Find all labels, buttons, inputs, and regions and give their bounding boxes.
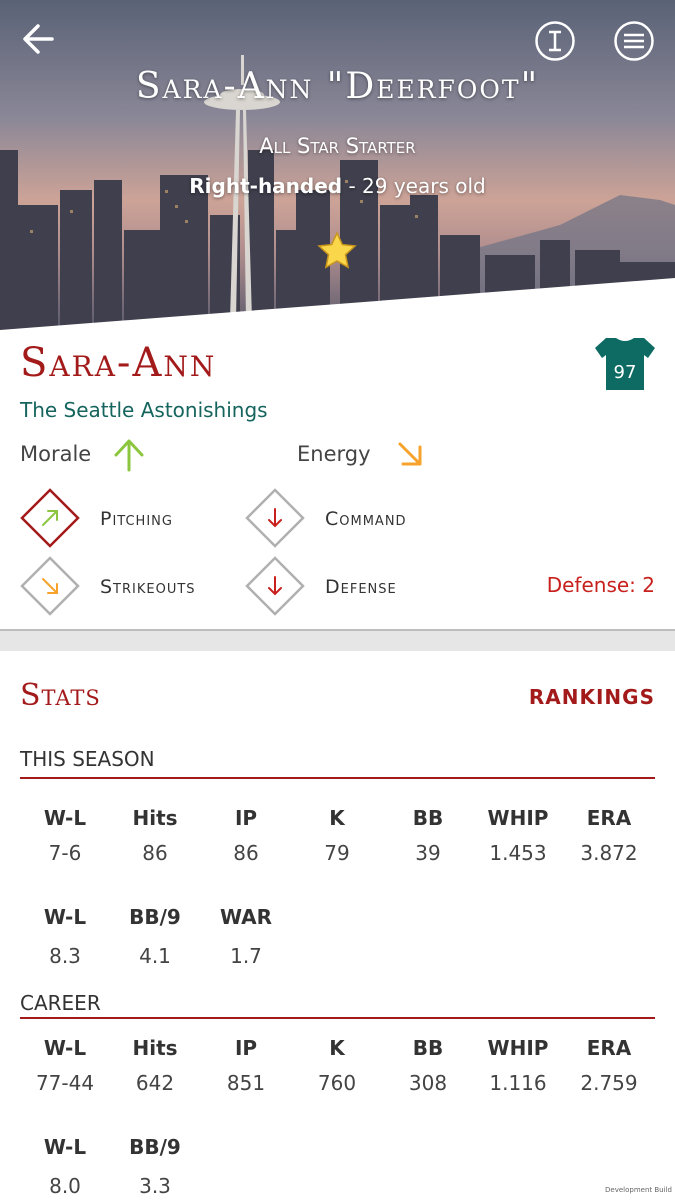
stat-value-2: 851: [226, 1071, 266, 1095]
back-arrow-icon[interactable]: [18, 18, 62, 62]
star-icon: [317, 231, 357, 269]
watermark: Development Build: [605, 1186, 672, 1194]
stat-value-6: 3.872: [580, 841, 638, 865]
hero-player-details: Right-handed - 29 years old: [0, 174, 675, 198]
skill-label-defense: Defense: [325, 576, 397, 598]
stat-header-5: WHIP: [487, 1036, 549, 1060]
career-rule: [20, 1017, 655, 1019]
stat-header-4: BB: [412, 806, 444, 830]
age-text: - 29 years old: [342, 174, 486, 198]
hero-player-name: Sara-Ann "Deerfoot": [135, 66, 540, 107]
strikeouts-trend-icon: [20, 556, 80, 616]
stat-header-1: Hits: [132, 1036, 178, 1060]
handedness: Right-handed: [189, 174, 343, 198]
stat-header-0: W-L: [43, 806, 87, 830]
stat-value-0: 8.0: [49, 1174, 81, 1198]
section-divider: [0, 631, 675, 651]
stat-value-0: 77-44: [35, 1071, 95, 1095]
stat-value-3: 79: [324, 841, 350, 865]
energy-label: Energy: [297, 442, 371, 466]
jersey-icon: 97: [595, 338, 655, 390]
rankings-link[interactable]: RANKINGS: [480, 685, 655, 709]
stat-header-0: W-L: [43, 1135, 87, 1159]
stat-value-2: 1.7: [230, 944, 262, 968]
morale-up-arrow-icon: [114, 439, 144, 472]
stat-header-0: W-L: [43, 905, 87, 929]
skill-label-strikeouts: Strikeouts: [100, 576, 196, 598]
stat-header-1: Hits: [132, 806, 178, 830]
this-season-label: THIS SEASON: [20, 747, 155, 771]
stat-header-2: WAR: [219, 905, 273, 929]
stat-header-3: K: [329, 1036, 345, 1060]
stat-value-0: 8.3: [49, 944, 81, 968]
this-season-rule: [20, 777, 655, 779]
stat-value-1: 4.1: [139, 944, 171, 968]
stat-header-2: IP: [234, 806, 258, 830]
info-icon[interactable]: [534, 20, 576, 62]
stat-header-3: K: [329, 806, 345, 830]
career-label: CAREER: [20, 991, 101, 1015]
hero-banner: Sara-Ann "Deerfoot" All Star Starter Rig…: [0, 0, 675, 335]
stat-value-1: 86: [142, 841, 168, 865]
skill-label-pitching: Pitching: [100, 508, 173, 530]
skill-label-command: Command: [325, 508, 407, 530]
stat-header-6: ERA: [586, 806, 632, 830]
stat-header-5: WHIP: [487, 806, 549, 830]
player-name: Sara-Ann: [20, 340, 217, 386]
stat-value-5: 1.453: [489, 841, 547, 865]
jersey-number: 97: [614, 362, 637, 383]
stat-value-1: 3.3: [139, 1174, 171, 1198]
hero-player-role: All Star Starter: [259, 134, 416, 158]
defense-trend-icon: [245, 556, 305, 616]
command-trend-icon: [245, 488, 305, 548]
stat-value-4: 308: [408, 1071, 448, 1095]
stat-value-3: 760: [317, 1071, 357, 1095]
stat-header-1: BB/9: [129, 905, 181, 929]
menu-icon[interactable]: [613, 20, 655, 62]
stat-value-1: 642: [135, 1071, 175, 1095]
pitching-trend-icon: [20, 488, 80, 548]
morale-label: Morale: [20, 442, 92, 466]
stat-header-4: BB: [412, 1036, 444, 1060]
stat-value-5: 1.116: [489, 1071, 547, 1095]
team-name[interactable]: The Seattle Astonishings: [20, 398, 268, 422]
stat-header-0: W-L: [43, 1036, 87, 1060]
defense-value: Defense: 2: [546, 573, 655, 597]
energy-down-right-arrow-icon: [398, 442, 422, 466]
stat-header-2: IP: [234, 1036, 258, 1060]
stats-title: Stats: [20, 678, 101, 713]
stat-header-6: ERA: [586, 1036, 632, 1060]
stat-value-0: 7-6: [48, 841, 82, 865]
stat-value-6: 2.759: [580, 1071, 638, 1095]
stat-header-1: BB/9: [129, 1135, 181, 1159]
stat-value-2: 86: [233, 841, 259, 865]
stat-value-4: 39: [415, 841, 441, 865]
